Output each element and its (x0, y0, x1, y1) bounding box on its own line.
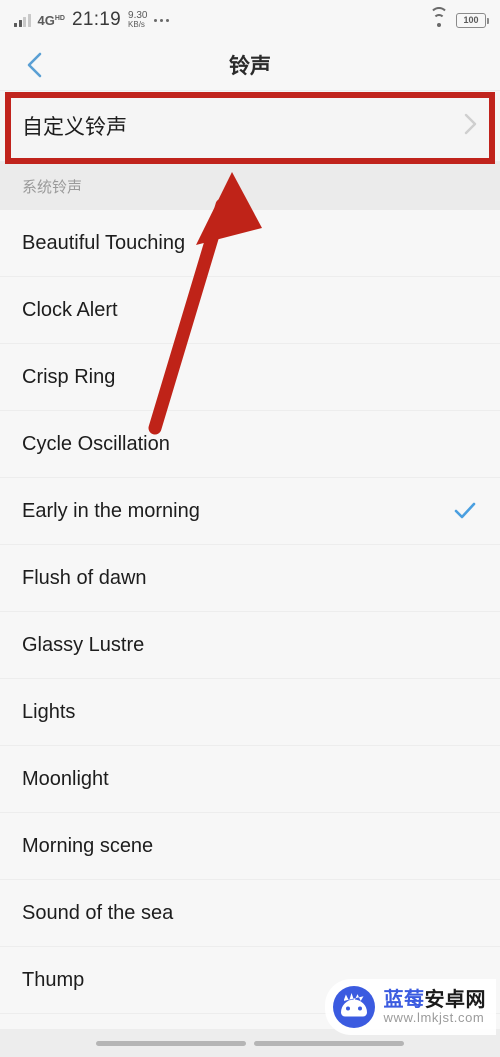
wifi-icon (429, 7, 448, 27)
ringtone-list-item[interactable]: Lights (0, 679, 500, 746)
page-title: 铃声 (229, 55, 271, 78)
network-type-hd-label: HD (54, 14, 65, 22)
custom-ringtone-label: 自定义铃声 (22, 116, 127, 139)
network-speed-indicator: 9.30 KB/s (128, 10, 147, 30)
chevron-right-icon (462, 111, 478, 142)
ringtone-list-item[interactable]: Glassy Lustre (0, 612, 500, 679)
watermark-name-dark: 安卓网 (424, 988, 486, 1011)
ringtone-name-label: Beautiful Touching (22, 231, 186, 254)
ringtone-name-label: Lights (22, 700, 76, 723)
signal-bars-icon (14, 13, 31, 27)
section-header-system-ringtones: 系统铃声 (0, 162, 500, 210)
watermark-name-blue: 蓝莓 (383, 988, 425, 1011)
ringtone-name-label: Sound of the sea (22, 901, 174, 924)
network-speed-unit: KB/s (128, 20, 145, 30)
ringtone-list-item[interactable]: Sound of the sea (0, 880, 500, 947)
ringtone-list-item[interactable]: Beautiful Touching (0, 210, 500, 277)
ringtone-name-label: Moonlight (22, 767, 109, 790)
status-bar-clock: 21:19 (71, 9, 122, 30)
ringtone-list-item[interactable]: Crisp Ring (0, 344, 500, 411)
android-robot-logo-icon (332, 986, 375, 1028)
custom-ringtone-section: 自定义铃声 (0, 90, 500, 164)
check-icon (452, 498, 478, 524)
ringtone-name-label: Morning scene (22, 834, 154, 857)
battery-level-label: 100 (463, 15, 479, 25)
ringtone-name-label: Thump (22, 968, 85, 991)
ringtone-list: Beautiful Touching Clock Alert Crisp Ring C… (0, 210, 500, 1014)
ringtone-name-label: Early in the morning (22, 499, 200, 522)
status-bar-left: 4G HD 21:19 9.30 KB/s (14, 9, 170, 31)
back-button[interactable] (18, 48, 52, 82)
nav-gesture-pill-right[interactable] (254, 1040, 404, 1046)
phone-screen: 4G HD 21:19 9.30 KB/s 100 铃声 自定义铃声 系统铃声 … (0, 0, 500, 1057)
ringtone-name-label: Crisp Ring (22, 365, 116, 388)
ringtone-name-label: Cycle Oscillation (22, 432, 170, 455)
chevron-left-icon (25, 50, 45, 80)
custom-ringtone-row[interactable]: 自定义铃声 (0, 90, 500, 162)
status-bar: 4G HD 21:19 9.30 KB/s 100 (0, 0, 500, 40)
section-header-label: 系统铃声 (22, 178, 83, 196)
ringtone-list-item[interactable]: Morning scene (0, 813, 500, 880)
nav-gesture-pill-left[interactable] (96, 1040, 246, 1046)
network-type-indicator: 4G HD (38, 14, 65, 27)
ringtone-list-item[interactable]: Clock Alert (0, 277, 500, 344)
watermark-url: www.lmkjst.com (383, 1009, 485, 1025)
network-type-label: 4G (37, 12, 55, 28)
ringtone-list-item[interactable]: Cycle Oscillation (0, 411, 500, 478)
ringtone-list-item[interactable]: Moonlight (0, 746, 500, 813)
ringtone-name-label: Glassy Lustre (22, 633, 145, 656)
title-bar: 铃声 (0, 40, 500, 90)
site-watermark: 蓝莓安卓网 www.lmkjst.com (324, 979, 496, 1035)
watermark-site-name: 蓝莓安卓网 (384, 989, 487, 1011)
ringtone-list-item[interactable]: Flush of dawn (0, 545, 500, 612)
status-bar-right: 100 (429, 7, 489, 28)
three-dots-icon (154, 18, 170, 22)
ringtone-name-label: Flush of dawn (22, 566, 147, 589)
watermark-text: 蓝莓安卓网 www.lmkjst.com (384, 989, 487, 1026)
ringtone-list-item[interactable]: Early in the morning (0, 478, 500, 545)
ringtone-name-label: Clock Alert (22, 298, 118, 321)
battery-icon: 100 (456, 12, 489, 28)
